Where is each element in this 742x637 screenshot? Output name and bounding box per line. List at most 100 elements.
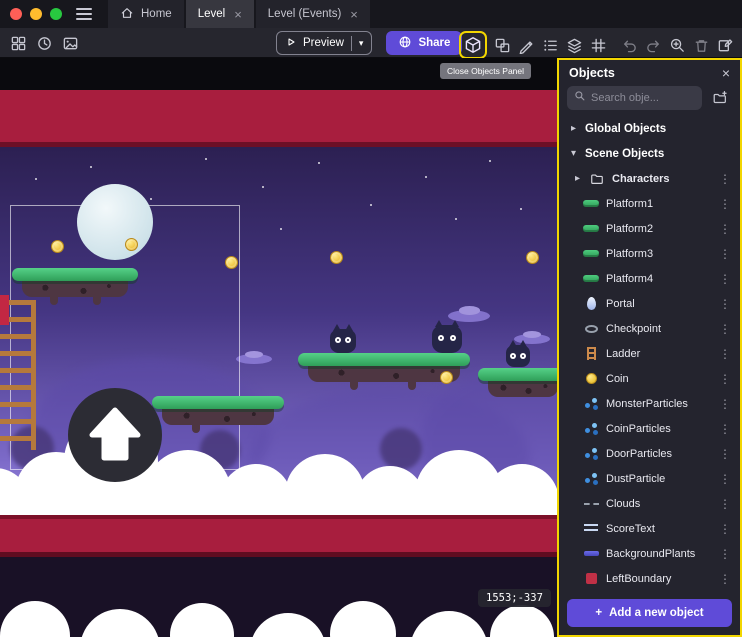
grass-top — [298, 353, 470, 366]
zoom-window-button[interactable] — [50, 8, 62, 20]
row-menu-icon[interactable]: ⋮ — [716, 272, 734, 286]
object-label: Platform1 — [606, 198, 653, 210]
left-boundary-sprite[interactable] — [0, 295, 9, 325]
object-row-platform1[interactable]: Platform1 ⋮ — [559, 191, 740, 216]
redo-icon[interactable] — [641, 33, 665, 57]
coin-sprite[interactable] — [51, 240, 64, 253]
earth-drip — [50, 295, 58, 305]
row-menu-icon[interactable]: ⋮ — [716, 497, 734, 511]
group-global-objects[interactable]: ▸ Global Objects — [559, 116, 740, 141]
add-object-button[interactable]: + Add a new object — [567, 599, 732, 627]
platform-island[interactable] — [478, 368, 557, 397]
row-menu-icon[interactable]: ⋮ — [716, 472, 734, 486]
row-menu-icon[interactable]: ⋮ — [716, 572, 734, 586]
undo-icon[interactable] — [617, 33, 641, 57]
object-row-clouds[interactable]: Clouds ⋮ — [559, 491, 740, 516]
platform-island[interactable] — [12, 268, 138, 297]
tab-level[interactable]: Level × — [186, 0, 254, 28]
object-row-checkpoint[interactable]: Checkpoint ⋮ — [559, 316, 740, 341]
object-label: Platform3 — [606, 248, 653, 260]
object-row-doorparticles[interactable]: DoorParticles ⋮ — [559, 441, 740, 466]
row-menu-icon[interactable]: ⋮ — [716, 172, 734, 186]
coin-sprite[interactable] — [125, 238, 138, 251]
coin-sprite[interactable] — [526, 251, 539, 264]
grid-icon[interactable] — [586, 33, 610, 57]
platform-island[interactable] — [152, 396, 284, 425]
search-input-wrap[interactable] — [567, 86, 702, 110]
monster-sprite[interactable] — [432, 325, 462, 353]
portal-icon — [583, 296, 599, 312]
row-menu-icon[interactable]: ⋮ — [716, 297, 734, 311]
row-menu-icon[interactable]: ⋮ — [716, 197, 734, 211]
close-panel-icon[interactable]: × — [722, 66, 730, 80]
moon-sprite[interactable] — [77, 184, 153, 260]
instances-list-icon[interactable] — [538, 33, 562, 57]
coin-sprite[interactable] — [225, 256, 238, 269]
plants-icon — [583, 546, 599, 562]
preview-dropdown-icon[interactable]: ▾ — [359, 38, 364, 49]
coin-sprite[interactable] — [330, 251, 343, 264]
row-menu-icon[interactable]: ⋮ — [716, 522, 734, 536]
game-canvas[interactable]: 1553;-337 — [0, 58, 557, 637]
object-row-platform3[interactable]: Platform3 ⋮ — [559, 241, 740, 266]
monster-sprite[interactable] — [506, 345, 530, 367]
close-tab-icon[interactable]: × — [350, 8, 358, 21]
object-row-coinparticles[interactable]: CoinParticles ⋮ — [559, 416, 740, 441]
arrow-control-sprite[interactable] — [68, 388, 162, 482]
share-button[interactable]: Share — [386, 31, 462, 55]
play-icon — [285, 36, 297, 51]
object-label: Clouds — [606, 498, 640, 510]
object-row-scoretext[interactable]: ScoreText ⋮ — [559, 516, 740, 541]
close-tab-icon[interactable]: × — [234, 8, 242, 21]
chevron-right-icon[interactable]: ▸ — [569, 123, 578, 134]
earth-bottom — [308, 366, 460, 382]
row-menu-icon[interactable]: ⋮ — [716, 322, 734, 336]
object-row-monsterparticles[interactable]: MonsterParticles ⋮ — [559, 391, 740, 416]
row-menu-icon[interactable]: ⋮ — [716, 447, 734, 461]
object-row-dustparticle[interactable]: DustParticle ⋮ — [559, 466, 740, 491]
row-menu-icon[interactable]: ⋮ — [716, 347, 734, 361]
object-row-coin[interactable]: Coin ⋮ — [559, 366, 740, 391]
hamburger-menu-icon[interactable] — [76, 8, 92, 20]
tab-label: Home — [141, 8, 172, 20]
tab-home[interactable]: Home — [108, 0, 184, 28]
object-row-portal[interactable]: Portal ⋮ — [559, 291, 740, 316]
scene-properties-icon[interactable] — [713, 33, 737, 57]
history-icon[interactable] — [32, 31, 56, 55]
object-row-platform4[interactable]: Platform4 ⋮ — [559, 266, 740, 291]
monster-sprite[interactable] — [330, 329, 356, 353]
row-menu-icon[interactable]: ⋮ — [716, 372, 734, 386]
row-menu-icon[interactable]: ⋮ — [716, 547, 734, 561]
object-row-leftboundary[interactable]: LeftBoundary ⋮ — [559, 566, 740, 591]
objects-panel-icon[interactable] — [461, 33, 485, 57]
bottom-boundary-band[interactable] — [0, 515, 557, 557]
object-row-backgroundplants[interactable]: BackgroundPlants ⋮ — [559, 541, 740, 566]
chevron-right-icon[interactable]: ▸ — [573, 173, 582, 184]
add-folder-button[interactable] — [708, 87, 732, 109]
object-row-ladder[interactable]: Ladder ⋮ — [559, 341, 740, 366]
traffic-lights — [10, 8, 62, 20]
row-menu-icon[interactable]: ⋮ — [716, 222, 734, 236]
search-input[interactable] — [591, 92, 695, 104]
coin-sprite[interactable] — [440, 371, 453, 384]
row-menu-icon[interactable]: ⋮ — [716, 397, 734, 411]
earth-bottom — [22, 281, 128, 297]
group-scene-objects[interactable]: ▾ Scene Objects — [559, 141, 740, 166]
object-folder-characters[interactable]: ▸ Characters ⋮ — [559, 166, 740, 191]
pencil-icon[interactable] — [514, 33, 538, 57]
object-row-platform2[interactable]: Platform2 ⋮ — [559, 216, 740, 241]
capture-icon[interactable] — [58, 31, 82, 55]
object-groups-icon[interactable] — [490, 33, 514, 57]
row-menu-icon[interactable]: ⋮ — [716, 422, 734, 436]
close-window-button[interactable] — [10, 8, 22, 20]
layers-icon[interactable] — [562, 33, 586, 57]
top-boundary-band[interactable] — [0, 90, 557, 147]
zoom-in-icon[interactable] — [665, 33, 689, 57]
trash-icon[interactable] — [689, 33, 713, 57]
minimize-window-button[interactable] — [30, 8, 42, 20]
row-menu-icon[interactable]: ⋮ — [716, 247, 734, 261]
panels-icon[interactable] — [6, 31, 30, 55]
preview-button[interactable]: Preview ▾ — [276, 31, 372, 55]
chevron-down-icon[interactable]: ▾ — [569, 148, 578, 159]
tab-level-events[interactable]: Level (Events) × — [256, 0, 370, 28]
